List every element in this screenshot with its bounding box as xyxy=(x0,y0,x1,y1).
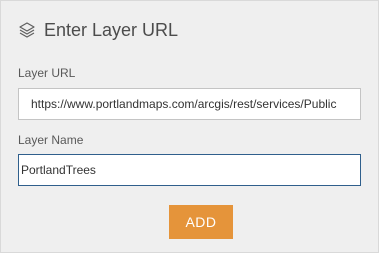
layer-url-label: Layer URL xyxy=(18,66,76,80)
dialog-title: Enter Layer URL xyxy=(44,20,179,40)
add-button[interactable]: ADD xyxy=(169,205,233,239)
layer-name-input[interactable] xyxy=(18,154,361,186)
layer-name-label: Layer Name xyxy=(18,133,84,147)
enter-layer-url-panel: Enter Layer URL Layer URL Layer Name ADD xyxy=(0,0,379,253)
dialog-header: Enter Layer URL xyxy=(18,18,178,42)
layer-url-input[interactable] xyxy=(18,88,361,120)
layers-icon xyxy=(18,21,36,39)
